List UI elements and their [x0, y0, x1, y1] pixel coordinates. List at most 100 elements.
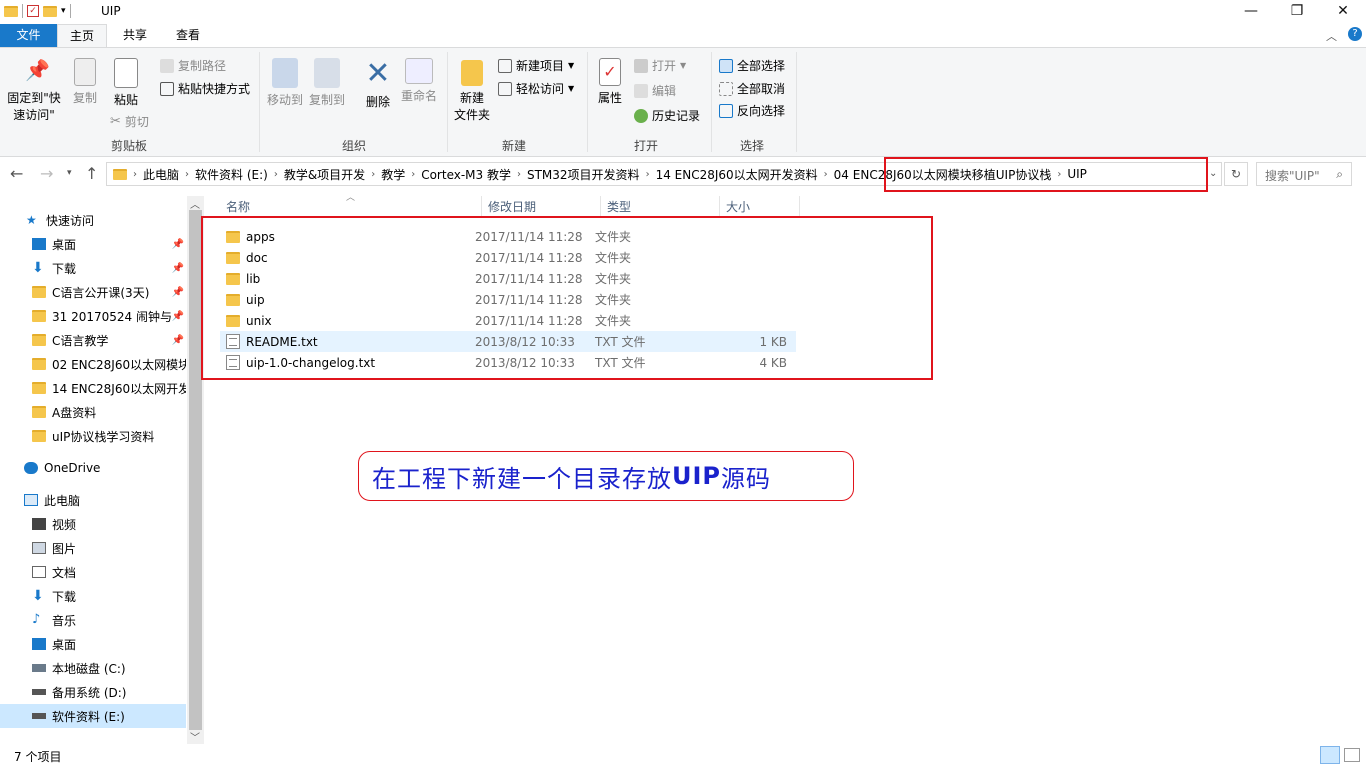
title-bar: ✓ ▾ UIP — ❐ ✕ [0, 0, 1366, 24]
new-folder-icon [461, 60, 483, 86]
folder-icon [32, 430, 46, 442]
nav-item-desktop[interactable]: 桌面 📌 [0, 232, 186, 256]
search-input[interactable]: 搜索"UIP" ⌕ [1256, 162, 1352, 186]
breadcrumb-item[interactable]: 此电脑 [143, 166, 179, 183]
pin-icon: 📌 [171, 286, 184, 298]
scroll-up-icon[interactable]: ︿ [190, 196, 200, 211]
forward-arrow-icon[interactable]: → [40, 164, 53, 183]
easy-access-button[interactable]: 轻松访问 ▼ [498, 80, 574, 97]
address-history-chevron-icon[interactable]: ⌄ [1209, 168, 1217, 179]
recent-locations-chevron-icon[interactable]: ▾ [67, 168, 72, 178]
back-arrow-icon[interactable]: ← [10, 164, 23, 183]
nav-item-folder[interactable]: uIP协议栈学习资料 [0, 424, 186, 448]
pin-quick-access-button[interactable]: 📌 固定到"快速访问" [4, 60, 66, 124]
nav-item-drive-e[interactable]: 软件资料 (E:) [0, 704, 186, 728]
history-button[interactable]: 历史记录 [634, 107, 700, 124]
copy-button[interactable]: 复制 [68, 58, 102, 107]
details-view-icon[interactable] [1320, 746, 1340, 764]
select-none-icon [719, 81, 733, 96]
nav-item-documents[interactable]: 文档 [0, 560, 186, 584]
nav-onedrive[interactable]: OneDrive [0, 456, 186, 480]
picture-icon [32, 542, 46, 554]
nav-item-folder[interactable]: C语言公开课(3天) 📌 [0, 280, 186, 304]
paste-button[interactable]: 粘贴 [108, 58, 144, 109]
new-item-button[interactable]: 新建项目 ▼ [498, 57, 574, 74]
customize-toolbar-icon[interactable]: ▾ [61, 6, 66, 16]
nav-item-downloads[interactable]: ⬇ 下载 [0, 584, 186, 608]
history-label: 历史记录 [652, 109, 701, 123]
tab-home[interactable]: 主页 [57, 24, 107, 47]
document-icon [32, 566, 46, 578]
edit-button[interactable]: 编辑 [634, 82, 676, 99]
invert-selection-icon [719, 103, 733, 118]
close-button[interactable]: ✕ [1320, 0, 1366, 24]
breadcrumb-item[interactable]: Cortex-M3 教学 [421, 166, 511, 183]
nav-item-music[interactable]: ♪ 音乐 [0, 608, 186, 632]
open-button[interactable]: 打开 ▼ [634, 57, 686, 74]
invert-selection-button[interactable]: 反向选择 [719, 102, 785, 119]
nav-label: 此电脑 [44, 493, 81, 508]
tab-view[interactable]: 查看 [166, 24, 210, 47]
breadcrumb-item[interactable]: 软件资料 (E:) [195, 166, 268, 183]
paste-shortcut-button[interactable]: 粘贴快捷方式 [160, 80, 250, 97]
nav-item-desktop[interactable]: 桌面 [0, 632, 186, 656]
help-icon[interactable]: ? [1348, 27, 1362, 41]
nav-item-pictures[interactable]: 图片 [0, 536, 186, 560]
column-header-date[interactable]: 修改日期 [482, 196, 601, 218]
nav-item-downloads[interactable]: ⬇ 下载 📌 [0, 256, 186, 280]
properties-icon[interactable]: ✓ [27, 5, 39, 17]
move-to-button[interactable]: 移动到 [265, 58, 305, 109]
nav-item-folder[interactable]: A盘资料 [0, 400, 186, 424]
download-arrow-icon: ⬇ [32, 260, 44, 276]
nav-label: 快速访问 [46, 213, 95, 228]
breadcrumb-item[interactable]: STM32项目开发资料 [527, 166, 640, 183]
breadcrumb-separator: › [645, 168, 650, 180]
pin-icon: 📌 [171, 238, 184, 250]
column-header-name[interactable]: 名称 [220, 196, 482, 218]
large-icons-view-icon[interactable] [1344, 748, 1360, 762]
nav-item-folder[interactable]: C语言教学 📌 [0, 328, 186, 352]
cut-button[interactable]: ✂ 剪切 [110, 113, 149, 130]
select-all-button[interactable]: 全部选择 [719, 57, 785, 74]
nav-item-folder[interactable]: 02 ENC28J60以太网模块 [0, 352, 186, 376]
tab-share[interactable]: 共享 [113, 24, 157, 47]
breadcrumb-item[interactable]: 教学 [381, 166, 405, 183]
copy-to-button[interactable]: 复制到 [307, 58, 347, 109]
select-none-button[interactable]: 全部取消 [719, 80, 785, 97]
nav-label: 31 20170524 闹钟与 [52, 309, 172, 324]
refresh-icon[interactable]: ↻ [1224, 162, 1248, 186]
quick-access-toolbar: ✓ ▾ [4, 4, 71, 18]
delete-x-icon: ✕ [365, 56, 391, 91]
copy-path-icon [160, 58, 174, 73]
nav-item-videos[interactable]: 视频 [0, 512, 186, 536]
maximize-button[interactable]: ❐ [1274, 0, 1320, 24]
folder-icon [4, 5, 18, 17]
navigation-pane: ★ 快速访问 桌面 📌 ⬇ 下载 📌 C语言公开课(3天) 📌 31 20170524 闹… [0, 196, 204, 744]
nav-quick-access[interactable]: ★ 快速访问 [0, 208, 186, 232]
tab-file[interactable]: 文件 [0, 24, 57, 47]
scroll-down-icon[interactable]: ﹀ [190, 729, 200, 744]
column-header-type[interactable]: 类型 [601, 196, 720, 218]
breadcrumb-separator: › [411, 168, 416, 180]
column-header-size[interactable]: 大小 [720, 196, 800, 218]
rename-button[interactable]: 重命名 [398, 58, 440, 105]
nav-label: 文档 [52, 565, 77, 580]
new-folder-icon[interactable] [43, 5, 57, 17]
edit-label: 编辑 [652, 84, 677, 98]
nav-this-pc[interactable]: 此电脑 [0, 488, 186, 512]
minimize-button[interactable]: — [1228, 0, 1274, 24]
delete-button[interactable]: ✕ 删除 [360, 58, 396, 111]
new-folder-button[interactable]: 新建 文件夹 [452, 60, 492, 124]
nav-item-drive-c[interactable]: 本地磁盘 (C:) [0, 656, 186, 680]
breadcrumb-item[interactable]: 14 ENC28J60以太网开发资料 [656, 166, 818, 183]
breadcrumb-item[interactable]: 教学&项目开发 [284, 166, 365, 183]
nav-item-folder[interactable]: 14 ENC28J60以太网开发 [0, 376, 186, 400]
nav-item-drive-d[interactable]: 备用系统 (D:) [0, 680, 186, 704]
properties-button[interactable]: ✓ 属性 [594, 58, 626, 107]
annotation-bold-text: UIP [672, 462, 722, 490]
up-arrow-icon[interactable]: ↑ [85, 164, 98, 183]
easy-access-label: 轻松访问 [516, 82, 565, 96]
collapse-ribbon-icon[interactable]: ︿ [1326, 28, 1337, 44]
copy-path-button[interactable]: 复制路径 [160, 57, 226, 74]
nav-item-folder[interactable]: 31 20170524 闹钟与 📌 [0, 304, 186, 328]
